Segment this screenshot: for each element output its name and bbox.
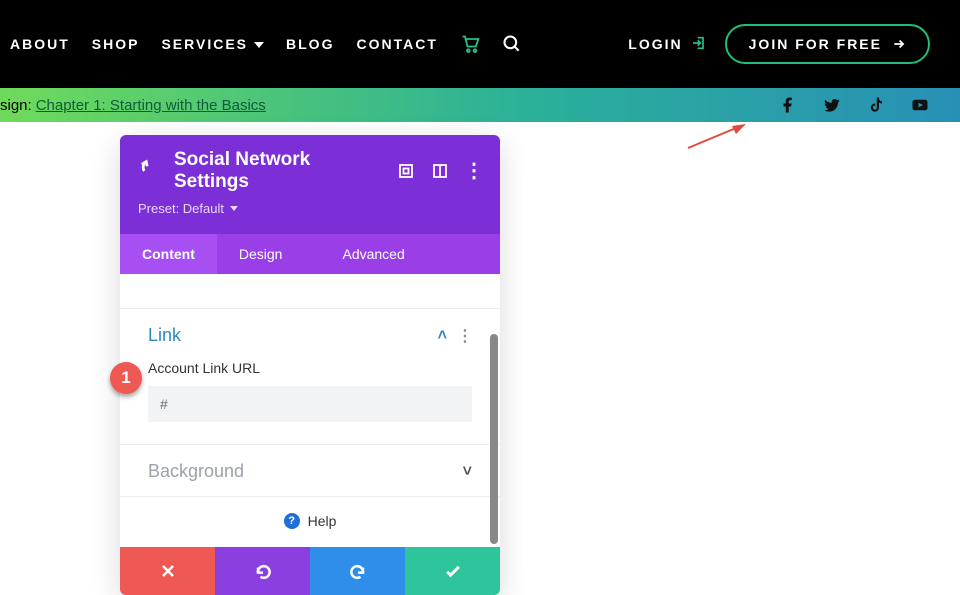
login-icon <box>691 35 707 54</box>
twitter-icon[interactable] <box>822 95 842 115</box>
back-icon[interactable] <box>138 158 160 185</box>
tab-advanced[interactable]: Advanced <box>320 234 434 274</box>
url-input[interactable] <box>148 386 472 422</box>
nav-blog[interactable]: BLOG <box>286 36 334 52</box>
nav-services[interactable]: SERVICES <box>161 36 264 52</box>
section-link-header[interactable]: Link ˄ ⋮ <box>120 309 500 360</box>
panel-body: Link ˄ ⋮ Account Link URL Background ˅ ?… <box>120 274 500 547</box>
tiktok-icon[interactable] <box>866 95 886 115</box>
scrollbar[interactable] <box>490 334 498 544</box>
nav-shop[interactable]: SHOP <box>92 36 140 52</box>
join-label: JOIN FOR FREE <box>749 36 882 52</box>
confirm-button[interactable] <box>405 547 500 595</box>
facebook-icon[interactable] <box>778 95 798 115</box>
delete-button[interactable] <box>120 547 215 595</box>
cart-icon[interactable] <box>460 34 480 54</box>
login-label: LOGIN <box>628 36 682 52</box>
more-icon[interactable]: ⋮ <box>466 163 482 179</box>
arrow-right-icon <box>892 37 906 51</box>
action-bar <box>120 547 500 595</box>
social-icons <box>778 95 930 115</box>
panel-title: Social Network Settings <box>174 149 384 193</box>
panel-header: Social Network Settings ⋮ Preset: Defaul… <box>120 135 500 234</box>
url-label: Account Link URL <box>148 360 472 376</box>
breadcrumb-bar: sign: Chapter 1: Starting with the Basic… <box>0 88 960 122</box>
chevron-up-icon: ˄ <box>438 327 447 345</box>
undo-button[interactable] <box>215 547 310 595</box>
chapter-breadcrumb: sign: Chapter 1: Starting with the Basic… <box>0 97 266 114</box>
chapter-prefix: sign: <box>0 97 32 114</box>
nav-left: ABOUT SHOP SERVICES BLOG CONTACT <box>10 34 522 54</box>
nav-right: LOGIN JOIN FOR FREE <box>628 24 930 64</box>
expand-icon[interactable] <box>398 163 414 179</box>
help-label: Help <box>308 513 337 529</box>
annotation-marker-1: 1 <box>110 362 142 394</box>
chapter-link[interactable]: Chapter 1: Starting with the Basics <box>36 97 266 114</box>
section-background-title: Background <box>148 461 244 482</box>
tab-content[interactable]: Content <box>120 234 217 274</box>
nav-about[interactable]: ABOUT <box>10 36 70 52</box>
panel-tabs: Content Design Advanced <box>120 234 500 274</box>
search-icon[interactable] <box>502 34 522 54</box>
preset-dropdown[interactable]: Preset: Default <box>138 201 482 216</box>
chevron-down-icon: ˅ <box>463 463 472 481</box>
settings-panel: Social Network Settings ⋮ Preset: Defaul… <box>120 135 500 595</box>
nav-contact[interactable]: CONTACT <box>356 36 437 52</box>
youtube-icon[interactable] <box>910 95 930 115</box>
join-button[interactable]: JOIN FOR FREE <box>725 24 930 64</box>
section-link-title: Link <box>148 325 181 346</box>
section-background-header[interactable]: Background ˅ <box>120 445 500 496</box>
annotation-arrow-icon <box>684 122 746 150</box>
section-more-icon[interactable]: ⋮ <box>457 326 472 346</box>
help-link[interactable]: ? Help <box>120 496 500 547</box>
login-link[interactable]: LOGIN <box>628 35 706 54</box>
columns-icon[interactable] <box>432 163 448 179</box>
tab-design[interactable]: Design <box>217 234 305 274</box>
top-nav: ABOUT SHOP SERVICES BLOG CONTACT LOGIN J… <box>0 0 960 88</box>
redo-button[interactable] <box>310 547 405 595</box>
help-icon: ? <box>284 513 300 529</box>
